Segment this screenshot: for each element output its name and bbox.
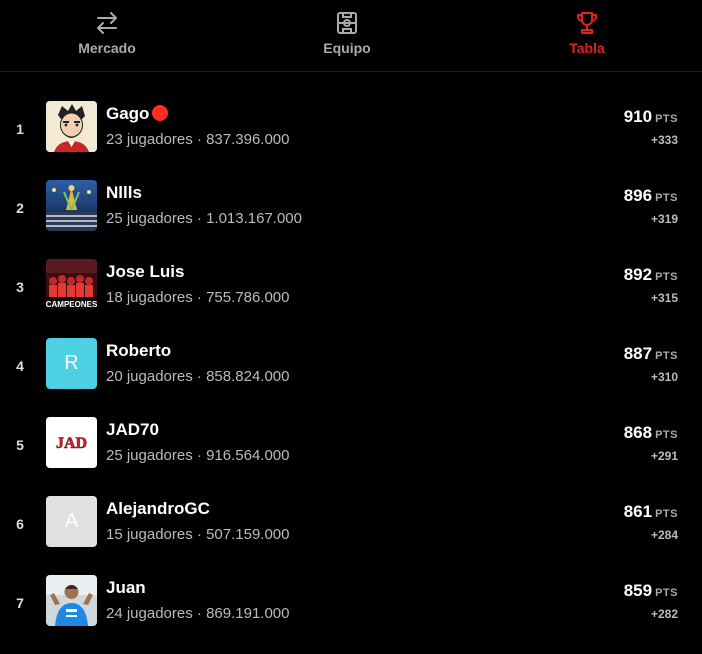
tab-equipo[interactable]: Equipo [287,10,407,58]
avatar: CAMPEONES [46,259,97,310]
points-unit: PTS [655,508,678,520]
points-difference: +319 [650,212,678,226]
team-details: 23 jugadores · 837.396.000 [106,131,290,148]
team-details: 25 jugadores · 916.564.000 [106,447,290,464]
team-name: JAD70 [106,420,159,439]
rank-number: 2 [16,200,24,216]
tab-mercado-label: Mercado [78,40,136,56]
standings-row[interactable]: 1 Gago 23 jugadores · 837.396.000 910 PTS… [0,101,702,180]
points: 887 PTS [624,344,678,364]
points-difference: +282 [650,607,678,621]
points-unit: PTS [655,350,678,362]
avatar: JAD [46,417,97,468]
transfer-arrows-icon [97,12,117,34]
bottom-tab-bar: Mercado Equipo Tabla [0,0,702,72]
points-value: 859 [623,581,653,600]
points: 868 PTS [624,423,678,443]
points: 910 PTS [624,107,678,127]
tab-tabla-label: Tabla [569,40,605,56]
tab-tabla[interactable]: Tabla [527,10,647,58]
avatar [46,575,97,626]
points-unit: PTS [655,113,678,125]
points-difference: +310 [650,370,678,384]
stadium-trophy-photo-icon [46,180,97,231]
points-difference: +291 [650,449,678,463]
points-value: 868 [623,423,653,442]
rank-number: 3 [16,279,24,295]
points-unit: PTS [655,271,678,283]
rank-number: 6 [16,516,24,532]
standings-row[interactable]: 6 A AlejandroGC 15 jugadores · 507.159.0… [0,496,702,575]
points-value: 910 [623,107,653,126]
points-value: 892 [623,265,653,284]
team-details: 15 jugadores · 507.159.000 [106,526,290,543]
standings-row[interactable]: 3 CAMPEONES Jose Luis 18 jugadores · 755… [0,259,702,338]
avatar: R [46,338,97,389]
points-difference: +284 [650,528,678,542]
points-difference: +333 [650,133,678,147]
rank-number: 1 [16,121,24,137]
standings-row[interactable]: 4 R Roberto 20 jugadores · 858.824.000 8… [0,338,702,417]
rank-number: 7 [16,595,24,611]
avatar [46,101,97,152]
avatar-letter: R [64,352,79,374]
pitch-icon [337,12,357,34]
team-name: Roberto [106,341,172,360]
standings-row[interactable]: 5 JAD JAD70 25 jugadores · 916.564.000 8… [0,417,702,496]
team-name: Gago [106,104,169,124]
points-difference: +315 [650,291,678,305]
team-name-text: Gago [106,104,150,123]
points-value: 861 [623,502,653,521]
points-value: 887 [623,344,653,363]
avatar-letter: A [64,510,79,532]
trophy-icon [577,12,597,34]
team-name: AlejandroGC [106,499,210,518]
jad-logo-icon: JAD [46,417,97,468]
jad-logo-text: JAD [56,435,87,452]
team-details: 25 jugadores · 1.013.167.000 [106,210,302,227]
player-photo-icon [46,575,97,626]
points-unit: PTS [655,587,678,599]
campeones-banner-text: CAMPEONES [46,300,97,309]
points-value: 896 [623,186,653,205]
points-unit: PTS [655,429,678,441]
rank-number: 4 [16,358,24,374]
avatar: A [46,496,97,547]
campeones-team-photo-icon: CAMPEONES [46,259,97,310]
points: 859 PTS [624,581,678,601]
team-name: Jose Luis [106,262,185,281]
avatar [46,180,97,231]
points-unit: PTS [655,192,678,204]
tab-equipo-label: Equipo [323,40,371,56]
points: 896 PTS [624,186,678,206]
standings-row[interactable]: 2 Nllls 25 jugadores · 1.013.167.000 896… [0,180,702,259]
team-details: 18 jugadores · 755.786.000 [106,289,290,306]
live-indicator-icon [152,105,169,121]
points: 892 PTS [624,265,678,285]
points: 861 PTS [624,502,678,522]
tab-mercado[interactable]: Mercado [47,10,167,58]
standings-row[interactable]: 7 Juan 24 jugadores · 869.191.000 859 PTS… [0,575,702,654]
team-details: 20 jugadores · 858.824.000 [106,368,290,385]
team-name: Nllls [106,183,142,202]
rank-number: 5 [16,437,24,453]
bearded-man-illustration-icon [46,101,97,152]
team-details: 24 jugadores · 869.191.000 [106,605,290,622]
team-name: Juan [106,578,146,597]
